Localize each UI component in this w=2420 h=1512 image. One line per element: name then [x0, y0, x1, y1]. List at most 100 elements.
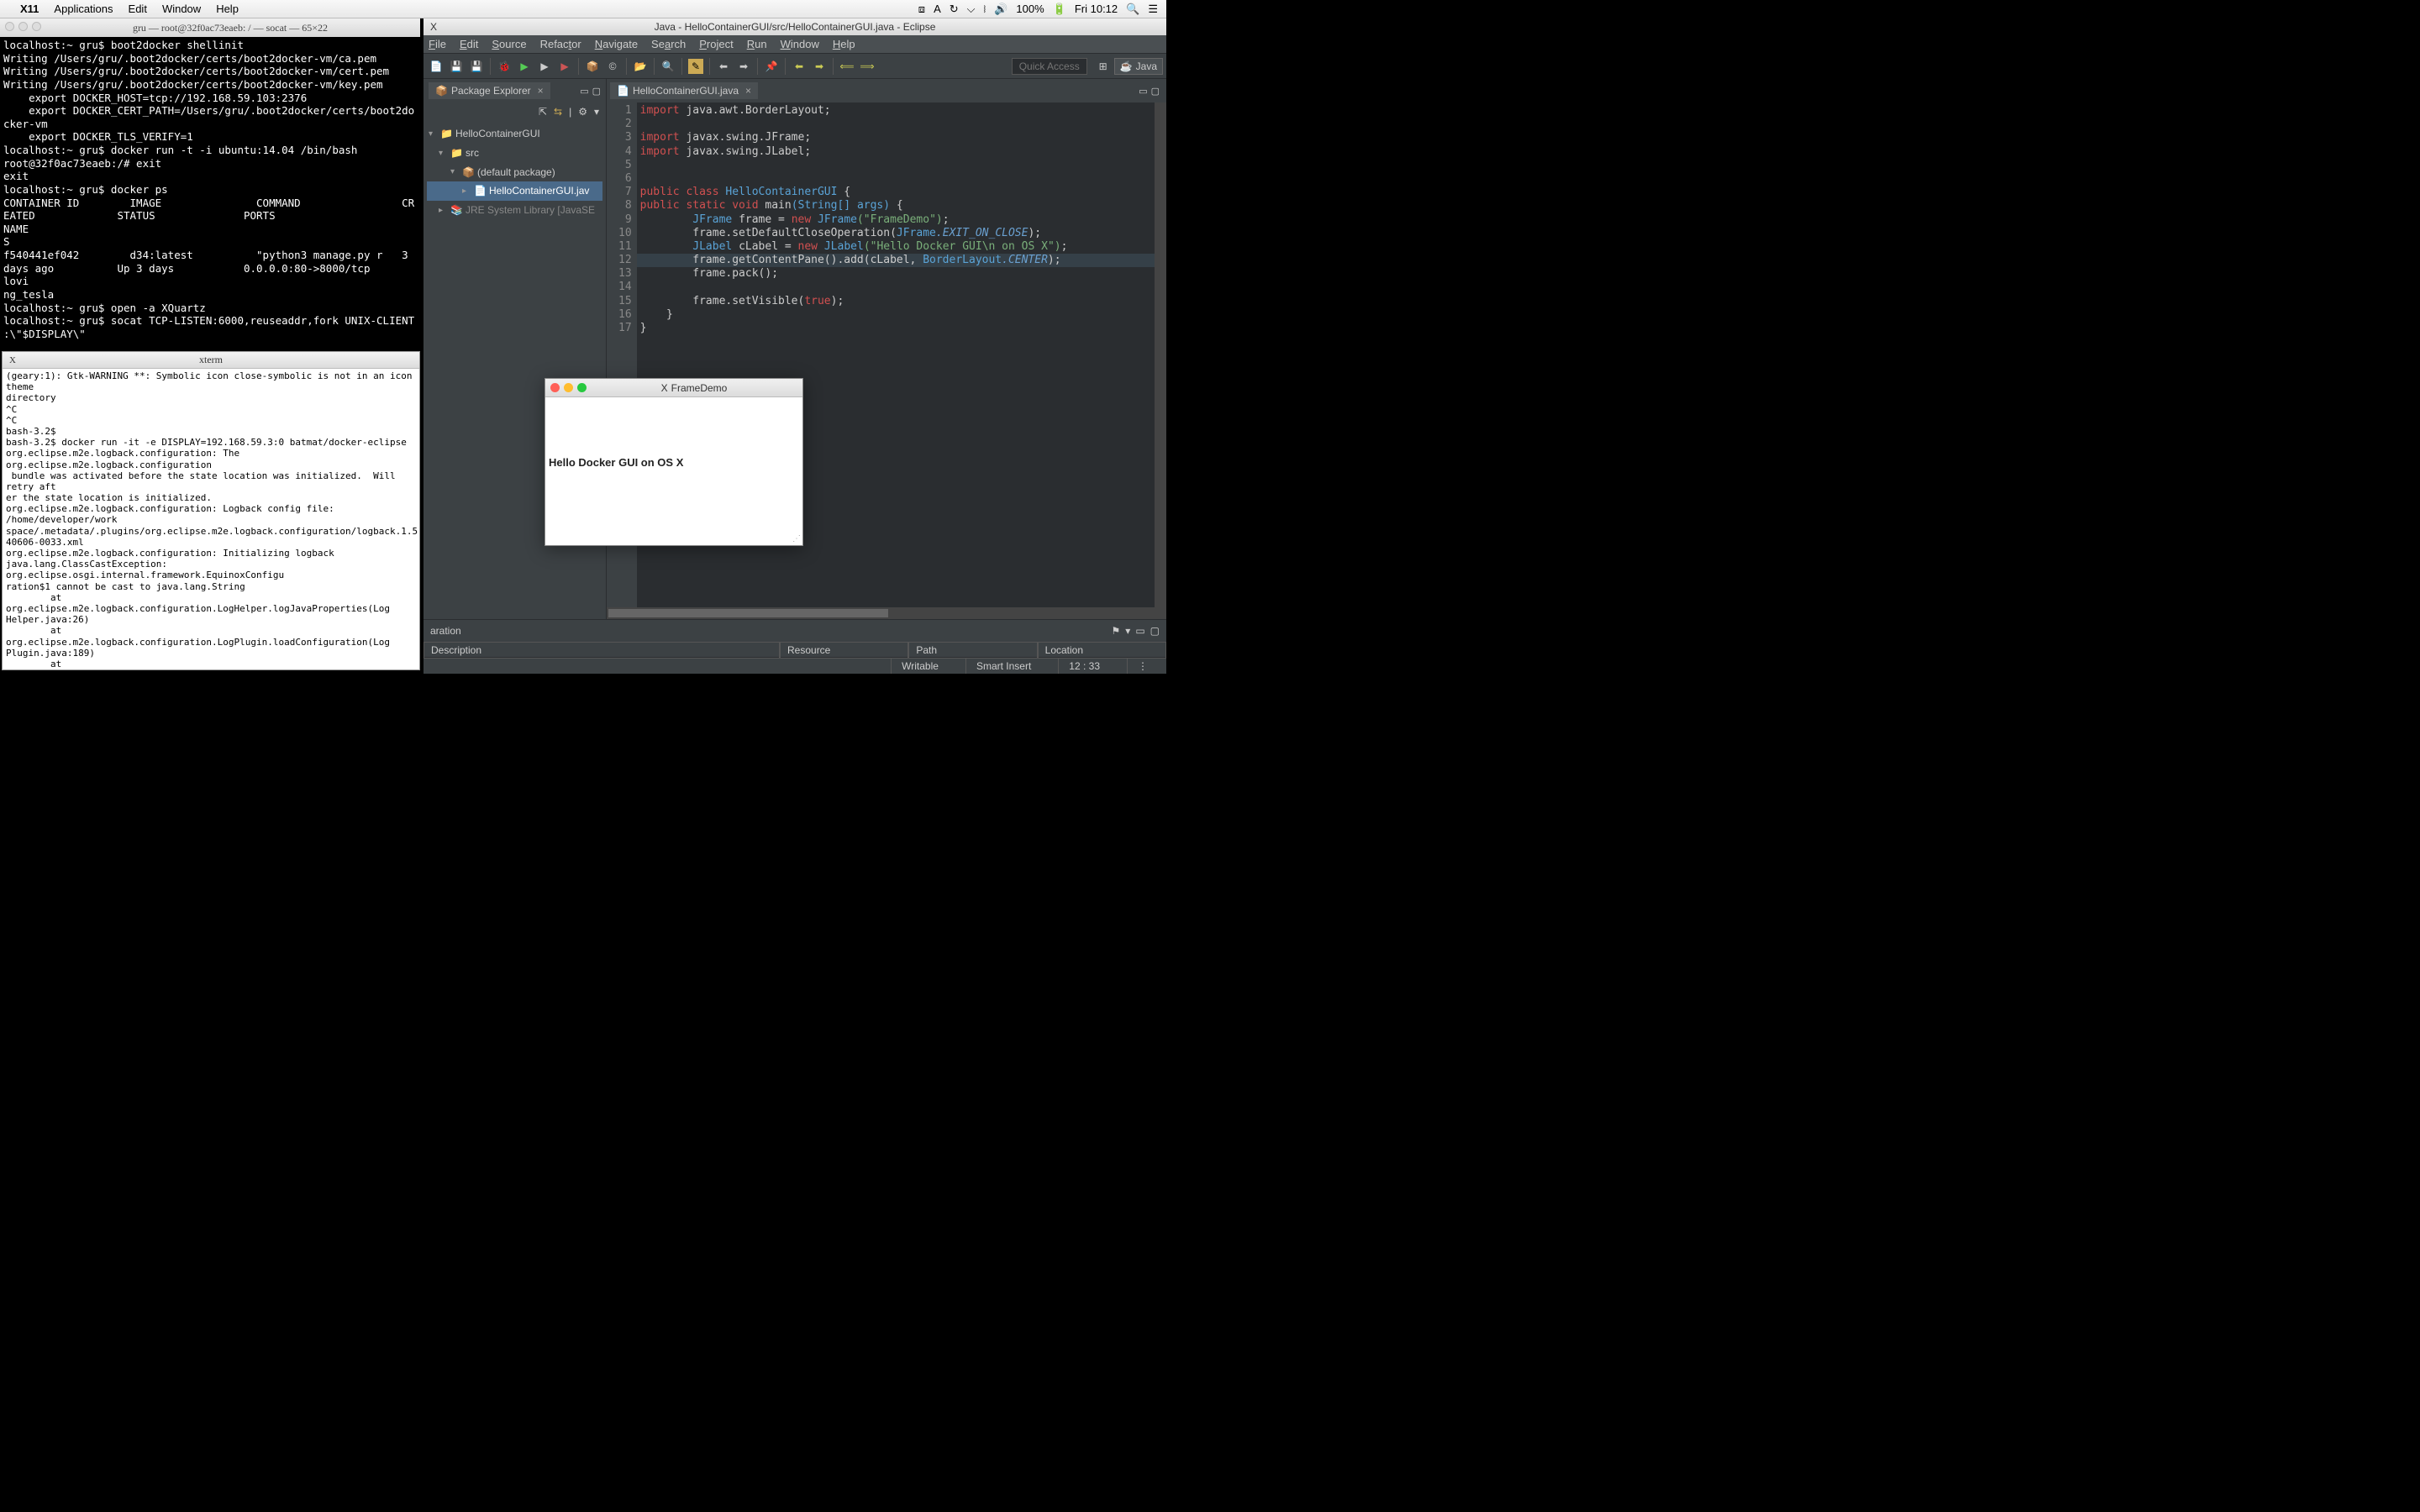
resize-grip-icon[interactable]: ⋰ [792, 534, 801, 543]
menu-search[interactable]: Search [651, 38, 686, 50]
terminal-content[interactable]: localhost:~ gru$ boot2docker shellinit W… [0, 37, 420, 342]
col-resource[interactable]: Resource [780, 642, 908, 659]
menu-dropdown-icon[interactable]: ▾ [594, 106, 599, 118]
eclipse-title: Java - HelloContainerGUI/src/HelloContai… [655, 21, 936, 33]
open-perspective-icon[interactable]: ⊞ [1096, 59, 1111, 74]
next-annotation-icon[interactable]: ➡ [812, 59, 827, 74]
notification-icon[interactable]: ☰ [1148, 3, 1158, 16]
close-icon[interactable]: × [538, 85, 544, 97]
adobe-icon[interactable]: A [934, 3, 941, 15]
framedemo-titlebar[interactable]: XFrameDemo [545, 379, 802, 397]
battery-icon[interactable]: 🔋 [1053, 3, 1066, 16]
menu-applications[interactable]: Applications [54, 3, 113, 15]
eclipse-toolbar: 📄 💾 💾 🐞 ▶ ▶ ▶ 📦 © 📂 🔍 ✎ ⬅ ➡ 📌 ⬅ ➡ ⟸ ⟹ ⊞ … [424, 54, 1166, 79]
minimize-icon[interactable]: ▭ [1139, 86, 1147, 97]
minimize-icon[interactable]: ▭ [580, 86, 588, 97]
clock[interactable]: Fri 10:12 [1075, 3, 1118, 15]
package-explorer-tab[interactable]: 📦 Package Explorer × [429, 82, 550, 99]
eclipse-menubar: File Edit Source Refactor Navigate Searc… [424, 35, 1166, 54]
menu-file[interactable]: File [429, 38, 446, 50]
back-icon[interactable]: ⟸ [839, 59, 855, 74]
src-folder[interactable]: ▾📁src [427, 144, 602, 163]
timemachine-icon[interactable]: ↻ [950, 3, 959, 16]
xterm-titlebar[interactable]: X xterm [3, 352, 419, 369]
menu-help[interactable]: Help [833, 38, 855, 50]
project-node[interactable]: ▾📁HelloContainerGUI [427, 124, 602, 144]
saveall-icon[interactable]: 💾 [469, 59, 484, 74]
toggle-mark-icon[interactable]: ✎ [688, 59, 703, 74]
menu-navigate[interactable]: Navigate [595, 38, 638, 50]
view-menu-icon[interactable]: ▾ [1125, 625, 1130, 637]
dropbox-icon[interactable]: ⧈ [918, 3, 925, 16]
default-package[interactable]: ▾📦(default package) [427, 163, 602, 182]
new-package-icon[interactable]: 📦 [585, 59, 600, 74]
menu-refactor[interactable]: Refactor [540, 38, 581, 50]
horizontal-scrollbar[interactable] [607, 607, 1166, 619]
quick-access-input[interactable] [1012, 58, 1087, 75]
nav-icon[interactable]: ⬅ [716, 59, 731, 74]
framedemo-window: XFrameDemo Hello Docker GUI on OS X ⋰ [544, 378, 803, 546]
problems-view: aration ⚑ ▾ ▭ ▢ Description Resource Pat… [424, 619, 1166, 657]
xterm-window: X xterm (geary:1): Gtk-WARNING **: Symbo… [2, 351, 420, 670]
framedemo-content: Hello Docker GUI on OS X [545, 397, 802, 472]
close-icon[interactable]: × [745, 85, 751, 97]
maximize-icon[interactable]: ▢ [1150, 625, 1160, 637]
eclipse-titlebar[interactable]: X Java - HelloContainerGUI/src/HelloCont… [424, 18, 1166, 35]
zoom-button[interactable] [577, 383, 587, 392]
close-button[interactable] [550, 383, 560, 392]
minimize-icon[interactable]: ▭ [1135, 625, 1144, 637]
menu-run[interactable]: Run [747, 38, 767, 50]
ext-tools-icon[interactable]: ▶ [557, 59, 572, 74]
nav-icon[interactable]: ➡ [736, 59, 751, 74]
menu-window[interactable]: Window [162, 3, 201, 15]
spotlight-icon[interactable]: 🔍 [1126, 3, 1139, 16]
traffic-lights[interactable] [5, 22, 45, 34]
menu-window[interactable]: Window [781, 38, 819, 50]
problems-table-header: Description Resource Path Location [424, 642, 1166, 659]
status-writable: Writable [891, 658, 949, 674]
wifi-icon[interactable]: ⧘ [984, 3, 986, 16]
editor-tab[interactable]: 📄 HelloContainerGUI.java × [610, 82, 758, 99]
problems-tab-partial[interactable]: aration [430, 625, 461, 637]
status-menu-icon[interactable]: ⋮ [1127, 658, 1158, 674]
menu-edit[interactable]: Edit [460, 38, 478, 50]
prev-annotation-icon[interactable]: ⬅ [792, 59, 807, 74]
save-icon[interactable]: 💾 [449, 59, 464, 74]
col-description[interactable]: Description [424, 642, 780, 659]
forward-icon[interactable]: ⟹ [860, 59, 875, 74]
collapse-all-icon[interactable]: ⇱ [539, 106, 547, 118]
package-tree: ▾📁HelloContainerGUI ▾📁src ▾📦(default pac… [424, 121, 606, 223]
view-menu-icon[interactable]: ⚙ [578, 106, 587, 118]
col-location[interactable]: Location [1038, 642, 1166, 659]
menu-help[interactable]: Help [216, 3, 239, 15]
open-type-icon[interactable]: 📂 [633, 59, 648, 74]
status-position: 12 : 33 [1058, 658, 1110, 674]
search-icon[interactable]: 🔍 [660, 59, 676, 74]
vertical-scrollbar[interactable] [1155, 102, 1166, 607]
pin-icon[interactable]: 📌 [764, 59, 779, 74]
minimize-button[interactable] [564, 383, 573, 392]
col-path[interactable]: Path [908, 642, 1037, 659]
link-editor-icon[interactable]: ⇆ [554, 106, 562, 118]
java-perspective[interactable]: ☕ Java [1114, 58, 1163, 75]
coverage-icon[interactable]: ▶ [537, 59, 552, 74]
x11-icon: X [661, 382, 668, 394]
volume-icon[interactable]: 🔊 [994, 3, 1007, 16]
xterm-content[interactable]: (geary:1): Gtk-WARNING **: Symbolic icon… [3, 369, 419, 669]
jre-library[interactable]: ▸📚JRE System Library [JavaSE [427, 201, 602, 220]
java-file[interactable]: ▸📄HelloContainerGUI.jav [427, 181, 602, 201]
debug-icon[interactable]: 🐞 [497, 59, 512, 74]
app-name[interactable]: X11 [20, 3, 39, 15]
terminal-titlebar[interactable]: gru — root@32f0ac73eaeb: / — socat — 65×… [0, 18, 420, 37]
maximize-icon[interactable]: ▢ [1151, 86, 1160, 97]
maximize-icon[interactable]: ▢ [592, 86, 601, 97]
run-icon[interactable]: ▶ [517, 59, 532, 74]
eclipse-statusbar: Writable Smart Insert 12 : 33 ⋮ [424, 657, 1166, 674]
menu-project[interactable]: Project [699, 38, 733, 50]
new-class-icon[interactable]: © [605, 59, 620, 74]
bluetooth-icon[interactable]: ⌵ [967, 3, 976, 16]
menu-source[interactable]: Source [492, 38, 526, 50]
new-icon[interactable]: 📄 [429, 59, 444, 74]
filter-icon[interactable]: ⚑ [1112, 625, 1121, 637]
menu-edit[interactable]: Edit [129, 3, 147, 15]
